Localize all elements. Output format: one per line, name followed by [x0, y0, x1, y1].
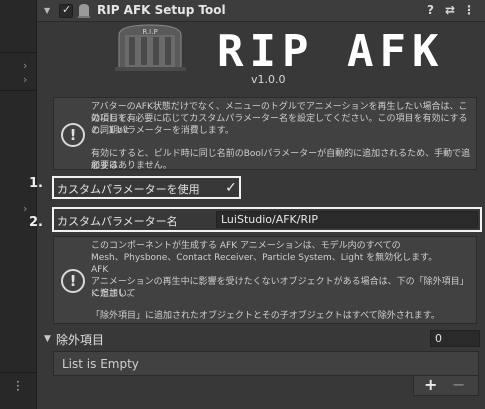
- help-text-line: AFK: [91, 265, 109, 275]
- hierarchy-strip: › › › · · ·: [0, 0, 37, 409]
- custom-param-checkbox[interactable]: ✓: [223, 180, 239, 196]
- param-name-input[interactable]: LuiStudio/AFK/RIP: [216, 211, 478, 228]
- help-text-line: 必要はありません。: [91, 161, 172, 170]
- kebab-menu-icon[interactable]: · · ·: [16, 376, 22, 396]
- fold-arrow-icon[interactable]: ▼: [44, 6, 50, 15]
- annotation-2: 2.: [29, 215, 43, 230]
- annotation-1: 1.: [29, 176, 43, 191]
- divider: [0, 90, 37, 91]
- empty-list-text: List is Empty: [62, 357, 139, 371]
- chevron-right-icon[interactable]: ›: [23, 202, 27, 215]
- version-label: v1.0.0: [251, 73, 286, 86]
- logo-title: RIP AFK: [217, 26, 445, 77]
- logo-box-label: R.I.P: [142, 28, 157, 36]
- custom-param-name-row: カスタムパラメーター名 LuiStudio/AFK/RIP: [52, 207, 482, 232]
- param-name-label: カスタムパラメーター名: [57, 215, 178, 228]
- help-box-exclude-info: ! このコンポーネントが生成する AFK アニメーションは、モデル内のすべての …: [53, 236, 477, 324]
- help-text-line: Mesh、Physbone、Contact Receiver、Particle …: [91, 253, 438, 263]
- presets-icon[interactable]: ⇄: [445, 3, 455, 17]
- help-text-line: このコンポーネントが生成する AFK アニメーションは、モデル内のすべての: [91, 241, 401, 251]
- remove-item-button[interactable]: −: [452, 375, 465, 394]
- warning-icon: !: [61, 269, 85, 293]
- help-text-line: ください。: [91, 289, 137, 299]
- component-title: RIP AFK Setup Tool: [97, 3, 226, 17]
- tombstone-logo: R.I.P: [115, 24, 186, 71]
- exclude-list[interactable]: List is Empty: [53, 351, 479, 376]
- help-icon[interactable]: ?: [427, 3, 434, 17]
- inspector-panel: ▼ ✓ RIP AFK Setup Tool ? ⇄ ⋮ R.I.P RIP A…: [37, 0, 485, 409]
- help-box-toggle-info: ! アバターのAFK状態だけでなく、メニューのトグルでアニメーションを再生したい…: [53, 97, 477, 170]
- chevron-right-icon[interactable]: ›: [23, 59, 27, 72]
- chevron-right-icon[interactable]: ›: [23, 73, 27, 86]
- exclude-label: 除外項目: [56, 333, 105, 347]
- help-text-line: アニメーションの再生中に影響を受けたくないオブジェクトがある場合は、下の「除外項…: [91, 277, 469, 299]
- custom-param-toggle-row[interactable]: カスタムパラメーターを使用 ✓: [52, 176, 241, 199]
- toggle-label: カスタムパラメーターを使用: [57, 183, 200, 196]
- fold-arrow-icon[interactable]: ▼: [44, 334, 51, 344]
- exclude-section-header[interactable]: ▼ 除外項目 0: [37, 330, 485, 348]
- tombstone-icon: [78, 4, 90, 18]
- component-header[interactable]: ▼ ✓ RIP AFK Setup Tool ? ⇄ ⋮: [37, 0, 485, 22]
- exclude-count-field[interactable]: 0: [430, 330, 480, 347]
- help-text-line: の同期パラメーターを消費します。: [91, 126, 234, 136]
- list-footer: + −: [413, 375, 479, 396]
- kebab-menu-icon[interactable]: ⋮: [463, 3, 475, 17]
- checkmark-icon: ✓: [62, 3, 72, 16]
- help-text-line: 「除外項目」に追加されたオブジェクトとその子オブジェクトはすべて除外されます。: [91, 311, 440, 321]
- divider: [0, 372, 37, 373]
- warning-icon: !: [61, 123, 85, 147]
- divider: [0, 52, 37, 53]
- add-item-button[interactable]: +: [424, 375, 437, 394]
- component-enabled-checkbox[interactable]: ✓: [59, 3, 73, 18]
